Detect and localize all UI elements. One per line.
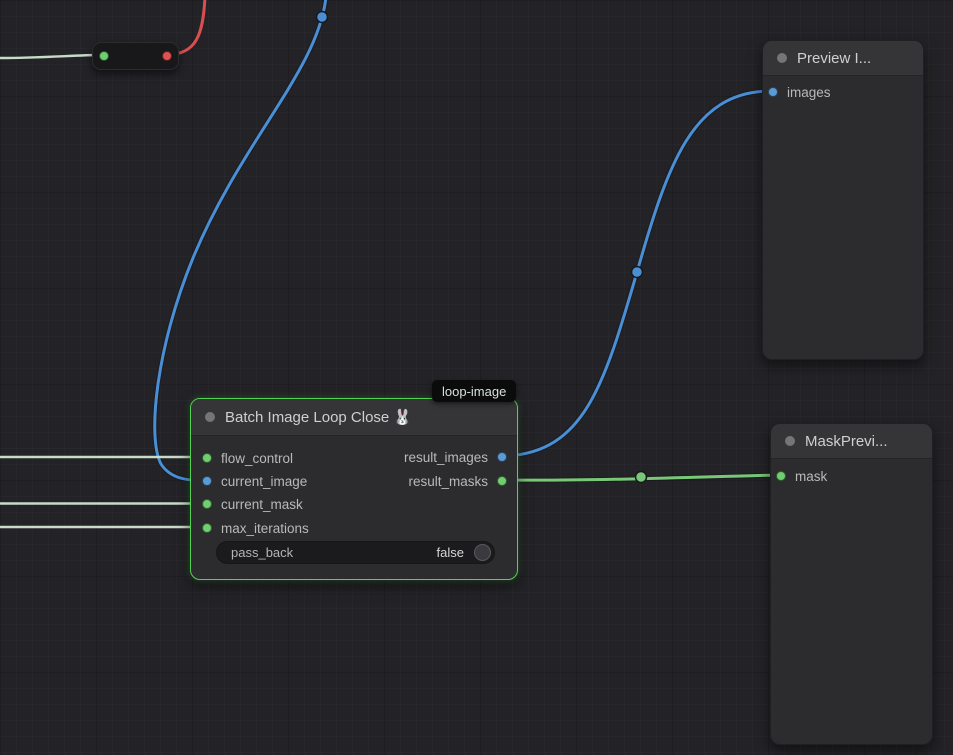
input-slot-flow-control[interactable]: flow_control — [202, 447, 293, 469]
input-label-current-mask: current_mask — [221, 497, 303, 512]
node-title: Preview I... — [797, 50, 871, 67]
toggle-knob-icon[interactable] — [474, 544, 491, 561]
input-label-mask: mask — [795, 469, 827, 484]
output-label-result-masks: result_masks — [408, 474, 488, 489]
wire-reroute-in — [0, 55, 99, 58]
link-dot-blue-top — [317, 12, 328, 23]
input-slot-current-mask[interactable]: current_mask — [202, 493, 303, 515]
reroute-node[interactable] — [92, 42, 179, 70]
node-tag-badge: loop-image — [432, 380, 516, 402]
node-batch-image-loop-close[interactable]: Batch Image Loop Close 🐰 flow_control cu… — [190, 398, 518, 580]
node-mask-preview[interactable]: MaskPrevi... mask — [770, 423, 933, 745]
output-slot-result-masks[interactable]: result_masks — [408, 470, 507, 492]
collapse-dot-icon[interactable] — [785, 436, 795, 446]
node-tag-text: loop-image — [442, 384, 506, 399]
output-label-result-images: result_images — [404, 450, 488, 465]
input-label-flow-control: flow_control — [221, 451, 293, 466]
input-label-max-iterations: max_iterations — [221, 521, 309, 536]
node-title: MaskPrevi... — [805, 433, 888, 450]
port-dot-current-image[interactable] — [202, 476, 212, 486]
reroute-output-port[interactable] — [162, 51, 172, 61]
input-slot-max-iterations[interactable]: max_iterations — [202, 517, 309, 539]
output-slot-result-images[interactable]: result_images — [404, 446, 507, 468]
port-dot-images[interactable] — [768, 87, 778, 97]
widget-value: false — [437, 545, 464, 560]
port-dot-flow-control[interactable] — [202, 453, 212, 463]
node-title: Batch Image Loop Close 🐰 — [225, 408, 412, 426]
port-dot-result-masks[interactable] — [497, 476, 507, 486]
wire-result-images-outline — [506, 91, 770, 456]
input-label-current-image: current_image — [221, 474, 307, 489]
node-titlebar[interactable]: MaskPrevi... — [771, 424, 932, 459]
port-dot-mask[interactable] — [776, 471, 786, 481]
input-label-images: images — [787, 85, 831, 100]
input-slot-mask[interactable]: mask — [776, 465, 827, 487]
port-dot-result-images[interactable] — [497, 452, 507, 462]
wire-result-images — [506, 91, 770, 456]
node-graph-canvas[interactable]: loop-image Batch Image Loop Close 🐰 flow… — [0, 0, 953, 755]
node-titlebar[interactable]: Preview I... — [763, 41, 923, 76]
port-dot-max-iterations[interactable] — [202, 523, 212, 533]
collapse-dot-icon[interactable] — [777, 53, 787, 63]
input-slot-images[interactable]: images — [768, 81, 831, 103]
input-slot-current-image[interactable]: current_image — [202, 470, 307, 492]
wire-result-masks — [506, 475, 778, 480]
widget-label: pass_back — [231, 545, 437, 560]
port-dot-current-mask[interactable] — [202, 499, 212, 509]
link-dot-blue-mid — [632, 267, 643, 278]
wire-result-masks-outline — [506, 475, 778, 480]
link-dot-green-mid — [636, 472, 647, 483]
reroute-input-port[interactable] — [99, 51, 109, 61]
pass-back-toggle-widget[interactable]: pass_back false — [216, 541, 495, 564]
node-preview-image[interactable]: Preview I... images — [762, 40, 924, 360]
node-titlebar[interactable]: Batch Image Loop Close 🐰 — [191, 399, 517, 436]
collapse-dot-icon[interactable] — [205, 412, 215, 422]
